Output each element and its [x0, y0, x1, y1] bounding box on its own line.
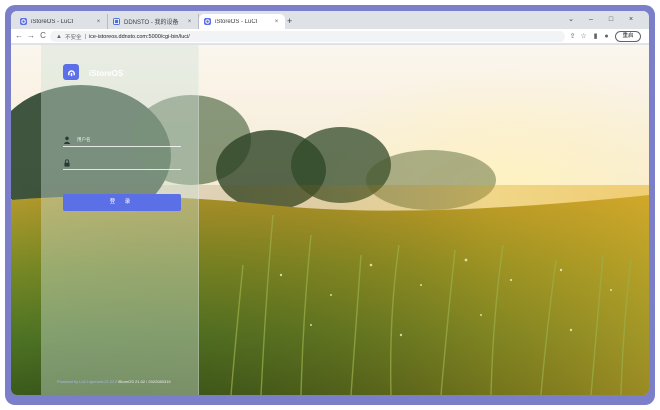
browser-tab[interactable]: iStoreOS - LuCI ×: [15, 14, 108, 29]
username-input[interactable]: [77, 137, 177, 142]
back-button[interactable]: ←: [14, 31, 24, 41]
forward-button[interactable]: →: [26, 31, 36, 41]
tab-strip: iStoreOS - LuCI × DDNSTO - 我的设备 × iStore…: [11, 11, 649, 29]
close-tab-icon[interactable]: ×: [273, 19, 280, 25]
page-content: iStoreOS 登 录 Powered by LuCI openwrt-21.…: [11, 45, 649, 395]
login-button[interactable]: 登 录: [63, 194, 181, 211]
close-tab-icon[interactable]: ×: [186, 19, 193, 25]
browser-tab-active[interactable]: iStoreOS - LuCI ×: [199, 14, 285, 29]
tab-title: iStoreOS - LuCI: [31, 18, 74, 25]
bookmark-star-icon[interactable]: ☆: [579, 32, 588, 41]
not-secure-warning-icon: ▲: [56, 33, 62, 40]
restart-update-button[interactable]: 重启: [615, 31, 641, 42]
separator: |: [84, 33, 86, 40]
lock-icon: [63, 158, 71, 167]
browser-toolbar: ← → C ▲ 不安全 | ice-istoreos.ddnsto.com:50…: [11, 29, 649, 44]
profile-icon[interactable]: ●: [602, 32, 611, 41]
istoreos-favicon-icon: [204, 18, 211, 25]
footer-version: / iStoreOS 21.02 / 2022080319: [114, 379, 171, 384]
close-tab-icon[interactable]: ×: [95, 19, 102, 25]
maximize-button[interactable]: □: [605, 14, 617, 26]
minimize-button[interactable]: –: [585, 14, 597, 26]
browser-window: iStoreOS - LuCI × DDNSTO - 我的设备 × iStore…: [11, 11, 649, 395]
address-bar[interactable]: ▲ 不安全 | ice-istoreos.ddnsto.com:5000/cgi…: [50, 31, 565, 42]
password-input[interactable]: [77, 160, 177, 165]
tab-search-icon[interactable]: ⌄: [565, 14, 577, 26]
brand-name: iStoreOS: [89, 69, 124, 78]
share-icon[interactable]: ⇪: [568, 32, 577, 41]
security-label: 不安全: [64, 34, 82, 41]
page-footer: Powered by LuCI openwrt-21.02 / iStoreOS…: [57, 379, 171, 384]
login-panel: iStoreOS 登 录 Powered by LuCI openwrt-21.…: [41, 45, 199, 395]
url-text: ice-istoreos.ddnsto.com:5000/cgi-bin/luc…: [88, 33, 190, 40]
close-window-button[interactable]: ×: [625, 14, 637, 26]
new-tab-button[interactable]: +: [287, 15, 292, 27]
ddnsto-favicon-icon: [113, 18, 120, 25]
footer-link[interactable]: Powered by LuCI openwrt-21.02: [57, 379, 114, 384]
istoreos-favicon-icon: [20, 18, 27, 25]
username-field[interactable]: [63, 133, 181, 147]
reload-button[interactable]: C: [38, 31, 48, 41]
user-icon: [63, 136, 71, 144]
sidebar-icon[interactable]: ▮: [591, 32, 600, 41]
istoreos-logo: [63, 64, 79, 80]
password-field[interactable]: [63, 156, 181, 170]
tab-title: DDNSTO - 我的设备: [124, 20, 179, 26]
browser-tab[interactable]: DDNSTO - 我的设备 ×: [108, 14, 199, 29]
tab-title: iStoreOS - LuCI: [215, 18, 258, 25]
